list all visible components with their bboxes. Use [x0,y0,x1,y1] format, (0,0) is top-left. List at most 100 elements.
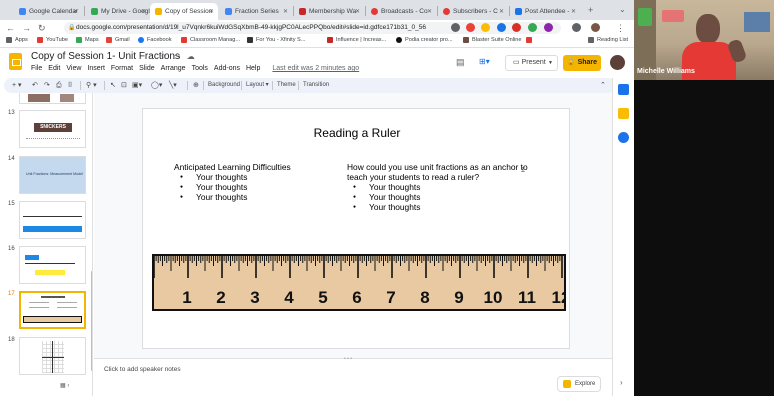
bookmark-youtube[interactable]: YouTube [37,37,68,43]
speaker-notes-input[interactable]: Click to add speaker notes [104,366,181,373]
tab-broadcasts[interactable]: Broadcasts - Co ✕ [366,3,436,20]
line-icon[interactable]: ╲▾ [169,80,177,91]
paint-format-icon[interactable]: ⌷ [68,80,72,91]
menu-insert[interactable]: Insert [87,65,105,72]
slide-title[interactable]: Reading a Ruler [143,126,571,140]
close-icon[interactable]: ✕ [73,8,78,15]
menu-view[interactable]: View [66,65,81,72]
menu-slide[interactable]: Slide [139,65,155,72]
extension-icon[interactable] [451,23,460,32]
close-icon[interactable]: ✕ [427,8,432,15]
comment-add-icon[interactable]: ⊕ [193,80,199,91]
menu-arrange[interactable]: Arrange [161,65,186,72]
bookmark-xfinity[interactable]: For You - Xfinity S... [247,37,305,43]
zoom-icon[interactable]: ⚲ ▾ [86,80,97,91]
profile-avatar[interactable] [591,23,600,32]
bookmark-facebook[interactable]: Facebook [138,37,172,43]
bookmark-icon [463,37,469,43]
star-icon[interactable]: ☆ [160,52,173,61]
slides-logo[interactable] [9,53,22,70]
extension-icon[interactable] [544,23,553,32]
reload-icon[interactable]: ↻ [38,22,46,34]
bookmark-classroom[interactable]: Classroom Manag... [181,37,240,43]
menu-add-ons[interactable]: Add-ons [214,65,240,72]
menu-help[interactable]: Help [246,65,260,72]
resize-handle[interactable]: • • • [344,356,352,362]
calendar-icon[interactable] [618,84,629,95]
menu-edit[interactable]: Edit [48,65,60,72]
redo-icon[interactable]: ↷ [44,80,50,91]
meet-icon[interactable]: ⊞▾ [479,57,490,66]
extension-icon[interactable] [466,23,475,32]
image-icon[interactable]: ▣▾ [132,80,142,91]
menu-file[interactable]: File [31,65,42,72]
layout-button[interactable]: Layout ▾ [246,80,269,91]
extension-icon[interactable] [528,23,537,32]
drive-icon [91,8,98,15]
close-icon[interactable]: ✕ [571,8,576,15]
ruler-image[interactable]: 1 2 3 4 5 6 7 8 9 10 11 12 [152,254,566,311]
puzzle-icon[interactable] [572,23,581,32]
last-edit-link[interactable]: Last edit was 2 minutes ago [272,65,359,72]
bookmark-gmail[interactable]: Gmail [106,37,130,43]
chevron-down-icon[interactable]: ▼ [548,56,553,70]
right-text-box[interactable]: How could you use unit fractions as an a… [347,162,535,212]
bookmark-reading-list[interactable]: Reading List [588,37,628,43]
forward-icon[interactable]: → [22,22,31,34]
keep-icon[interactable] [618,108,629,119]
new-slide-icon[interactable]: + ▾ [12,80,22,91]
move-folder-icon[interactable]: ▭ [173,52,187,61]
tab-copy-of-session[interactable]: Copy of Session ✕ [150,3,218,20]
new-tab-button[interactable]: + [588,4,593,16]
collapse-toolbar-icon[interactable]: ⌃ [600,80,606,91]
title-icons: ☆▭☁ [160,52,201,61]
tasks-icon[interactable] [618,132,629,143]
close-icon[interactable]: ✕ [283,8,288,15]
present-icon: ▭ [513,59,522,66]
bookmark-blaster[interactable]: Blaster Suite Online [463,37,521,43]
avatar[interactable] [610,55,625,70]
bookmark-youtube-2[interactable] [526,37,535,43]
shape-icon[interactable]: ◯▾ [151,80,162,91]
background-button[interactable]: Background [208,80,240,91]
more-menu-icon[interactable]: ⋮ [616,22,625,34]
transition-button[interactable]: Transition [303,80,329,91]
grid-view-icon[interactable]: ▦ ‹ [60,382,69,389]
tab-fraction-series[interactable]: Fraction Series ✕ [220,3,292,20]
extension-icon[interactable] [512,23,521,32]
select-icon[interactable]: ↖ [110,80,116,91]
tab-my-drive[interactable]: My Drive - Googl ✕ [86,3,150,20]
close-icon[interactable]: ✕ [209,8,214,15]
tab-membership[interactable]: Membership Wa ✕ [294,3,364,20]
theme-button[interactable]: Theme [277,80,296,91]
share-button[interactable]: 🔒 Share [563,55,601,71]
present-button[interactable]: ▭ Present ▼ [505,55,558,71]
explore-button[interactable]: Explore [557,376,601,392]
text-box-icon[interactable]: ⊡ [121,80,127,91]
chevron-right-icon[interactable]: › [620,378,623,387]
close-icon[interactable]: ✕ [355,8,360,15]
menu-format[interactable]: Format [111,65,133,72]
bookmark-podia[interactable]: Podia creator pro... [396,37,453,43]
extension-icon[interactable] [497,23,506,32]
print-icon[interactable]: ⎙ [56,80,62,91]
undo-icon[interactable]: ↶ [32,80,38,91]
left-text-box[interactable]: Anticipated Learning Difficulties Your t… [174,162,344,202]
comments-icon[interactable]: ▤ [456,57,465,68]
menu-tools[interactable]: Tools [192,65,208,72]
close-icon[interactable]: ✕ [141,8,146,15]
tab-subscribers[interactable]: Subscribers - C ✕ [438,3,508,20]
tab-google-calendar[interactable]: Google Calendar ✕ [14,3,82,20]
window-menu-icon[interactable]: ⌄ [619,4,626,16]
close-icon[interactable]: ✕ [499,8,504,15]
bookmark-influence[interactable]: Influence | Increas... [327,37,386,43]
webcam-panel: Michelle Williams [634,0,774,396]
filmstrip-scrollbar[interactable] [91,271,92,371]
document-title[interactable]: Copy of Session 1- Unit Fractions [31,51,180,62]
back-icon[interactable]: ← [6,22,15,34]
bookmark-apps[interactable]: Apps [6,37,28,43]
bookmark-maps[interactable]: Maps [76,37,99,43]
tab-post-attendee[interactable]: Post Attendee - ✕ [510,3,580,20]
slide[interactable]: Reading a Ruler Anticipated Learning Dif… [142,108,570,349]
star-icon[interactable] [481,23,490,32]
